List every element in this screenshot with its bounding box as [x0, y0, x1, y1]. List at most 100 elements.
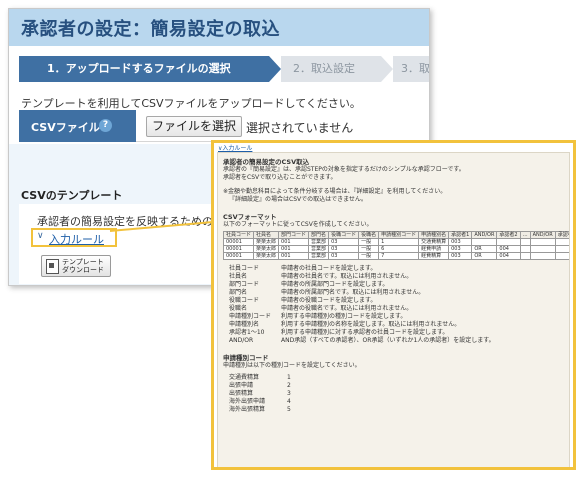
type-code-row: 出張申請 2	[223, 382, 564, 390]
field-name: 申請種別コード	[229, 313, 272, 320]
field-description: 申請者の社員コードを設定します。	[281, 265, 377, 272]
type-name: 海外出張申請	[229, 398, 266, 405]
field-name: 社員コード	[229, 265, 260, 272]
table-cell: 00001	[222, 245, 255, 253]
field-row: 役職コード 申請者の役職コードを設定します。	[223, 297, 564, 305]
type-code: 2	[287, 382, 291, 389]
table-cell: 004	[496, 252, 521, 260]
page-title: 承認者の設定：簡易設定の取込	[9, 9, 429, 46]
table-header-row: 社員コード 社員名 部門コード 部門名 役職コード 役職名 申請種別コード 申請種別名 承認者1…	[222, 231, 569, 239]
help-icon[interactable]: ?	[99, 119, 112, 132]
table-cell: 003	[448, 252, 473, 260]
table-cell: 03	[328, 245, 360, 253]
table-header-cell: 承認者2	[496, 231, 521, 239]
table-header-cell: 社員名	[253, 231, 280, 239]
table-header-cell: 申請種別名	[418, 231, 450, 239]
table-header-cell: 承認者1	[448, 231, 473, 239]
table-cell	[554, 245, 569, 253]
table-row: 00001 楽楽太郎 001 営業部 03 一般 1 交通費精算 003	[222, 238, 569, 246]
table-cell: 6	[378, 245, 420, 253]
field-description: 申請者の役職名です。取込には利用されません。	[281, 305, 413, 312]
table-cell: 経費申請	[418, 245, 450, 253]
type-name: 出張申請	[229, 382, 254, 389]
table-cell	[529, 252, 556, 260]
format-description: 以下のフォーマットに従ってCSVを作成してください。	[223, 221, 373, 228]
step-2-settings: 2．取込設定	[281, 56, 381, 82]
table-row: 00001 楽楽太郎 001 営業部 03 一般 7 経費精算 003 OR 004	[222, 252, 569, 260]
field-name: AND/OR	[229, 337, 254, 344]
table-header-cell: 承認者10	[554, 231, 569, 239]
field-row: 役職名 申請者の役職名です。取込には利用されません。	[223, 305, 564, 313]
field-row: 申請種別コード 利用する申請種別の種別コードを設定します。	[223, 313, 564, 321]
field-name: 申請種別名	[229, 321, 260, 328]
table-cell: 003	[448, 245, 473, 253]
table-cell: 001	[278, 252, 310, 260]
table-header-cell: 役職コード	[328, 231, 360, 239]
field-name: 社員名	[229, 273, 248, 280]
intro-text: テンプレートを利用してCSVファイルをアップロードしてください。	[21, 97, 361, 110]
table-header-cell: 部門名	[308, 231, 330, 239]
field-description: 利用する申請種別の名称を設定します。取込には利用されません。	[281, 321, 461, 328]
field-description: AND承認（すべての承認者）、OR承認（いずれか1人の承認者）を設定します。	[281, 337, 495, 344]
table-header-cell: 社員コード	[222, 231, 255, 239]
table-cell	[554, 238, 569, 246]
field-row: AND/OR AND承認（すべての承認者）、OR承認（いずれか1人の承認者）を設定…	[223, 337, 564, 345]
field-row: 社員名 申請者の社員名です。取込には利用されません。	[223, 273, 564, 281]
chevron-down-icon: ∨	[37, 231, 44, 241]
table-cell	[554, 252, 569, 260]
field-description: 申請者の所属部門名です。取込には利用されません。	[281, 289, 425, 296]
table-cell	[519, 252, 531, 260]
field-description: 利用する申請種別の種別コードを設定します。	[281, 313, 407, 320]
type-name: 交通費精算	[229, 374, 260, 381]
table-cell: 営業部	[308, 252, 330, 260]
field-row: 社員コード 申請者の社員コードを設定します。	[223, 265, 564, 273]
field-name: 部門コード	[229, 281, 260, 288]
type-code-list: 交通費精算 1 出張申請 2 出張精算 3 海外出張申請 4 海外出張精算 5	[223, 374, 564, 414]
choose-file-button[interactable]: ファイルを選択	[146, 116, 243, 137]
type-code-row: 海外出張精算 5	[223, 406, 564, 414]
table-header-cell: 部門コード	[278, 231, 310, 239]
rules-note: ※金額や勤怠科目によって条件分岐する場合は、『詳細設定』を利用してください。	[223, 188, 447, 195]
table-cell: 001	[278, 238, 310, 246]
field-row: 部門名 申請者の所属部門名です。取込には利用されません。	[223, 289, 564, 297]
type-code-row: 海外出張申請 4	[223, 398, 564, 406]
table-cell: 003	[448, 238, 473, 246]
table-body: 00001 楽楽太郎 001 営業部 03 一般 1 交通費精算 003 00001 楽楽太郎 001…	[222, 238, 569, 260]
table-cell	[471, 238, 498, 246]
table-cell: OR	[471, 245, 498, 253]
type-code-row: 交通費精算 1	[223, 374, 564, 382]
field-row: 申請種別名 利用する申請種別の名称を設定します。取込には利用されません。	[223, 321, 564, 329]
type-code: 1	[287, 374, 291, 381]
download-file-icon	[46, 259, 59, 274]
rules-text: 承認者をCSVで取り込むことができます。	[223, 174, 337, 181]
table-cell: 03	[328, 252, 360, 260]
table-cell: 一般	[358, 245, 380, 253]
input-rules-panel: 承認者の簡易設定のCSV取込 承認者の『簡易設定』は、承認STEPの対象を指定す…	[217, 152, 570, 467]
format-title: CSVフォーマット	[223, 213, 277, 221]
input-rules-toggle[interactable]: ∨ 入力ルール	[31, 228, 117, 247]
rules-note: 『詳細設定』の場合はCSVでの取込はできません。	[229, 196, 367, 203]
table-cell: 一般	[358, 252, 380, 260]
field-row: 承認者1〜10 利用する申請種別に対する承認者の社員コードを設定します。	[223, 329, 564, 337]
input-rules-link[interactable]: 入力ルール	[49, 231, 104, 247]
template-title: CSVのテンプレート	[21, 189, 123, 202]
field-name: 承認者1〜10	[229, 329, 265, 336]
table-cell: 001	[278, 245, 310, 253]
field-description: 申請者の所属部門コードを設定します。	[281, 281, 389, 288]
table-cell: 004	[496, 245, 521, 253]
template-download-button[interactable]: テンプレート ダウンロード	[41, 255, 111, 277]
type-code: 3	[287, 390, 291, 397]
type-code: 4	[287, 398, 291, 405]
field-row: 部門コード 申請者の所属部門コードを設定します。	[223, 281, 564, 289]
csv-format-table: 社員コード 社員名 部門コード 部門名 役職コード 役職名 申請種別コード 申請種別名 承認者1…	[222, 231, 569, 260]
table-cell: 交通費精算	[418, 238, 450, 246]
step-arrow	[269, 56, 281, 82]
type-code-description: 申請種別は以下の種別コードを設定してください。	[223, 362, 361, 369]
table-cell	[529, 238, 556, 246]
table-cell: OR	[471, 252, 498, 260]
rules-section-title: 承認者の簡易設定のCSV取込	[223, 158, 310, 166]
popup-rules-toggle[interactable]: ∨入力ルール	[218, 143, 252, 152]
table-cell: 00001	[222, 238, 255, 246]
type-name: 出張精算	[229, 390, 254, 397]
type-code-title: 申請種別コード	[223, 354, 269, 362]
